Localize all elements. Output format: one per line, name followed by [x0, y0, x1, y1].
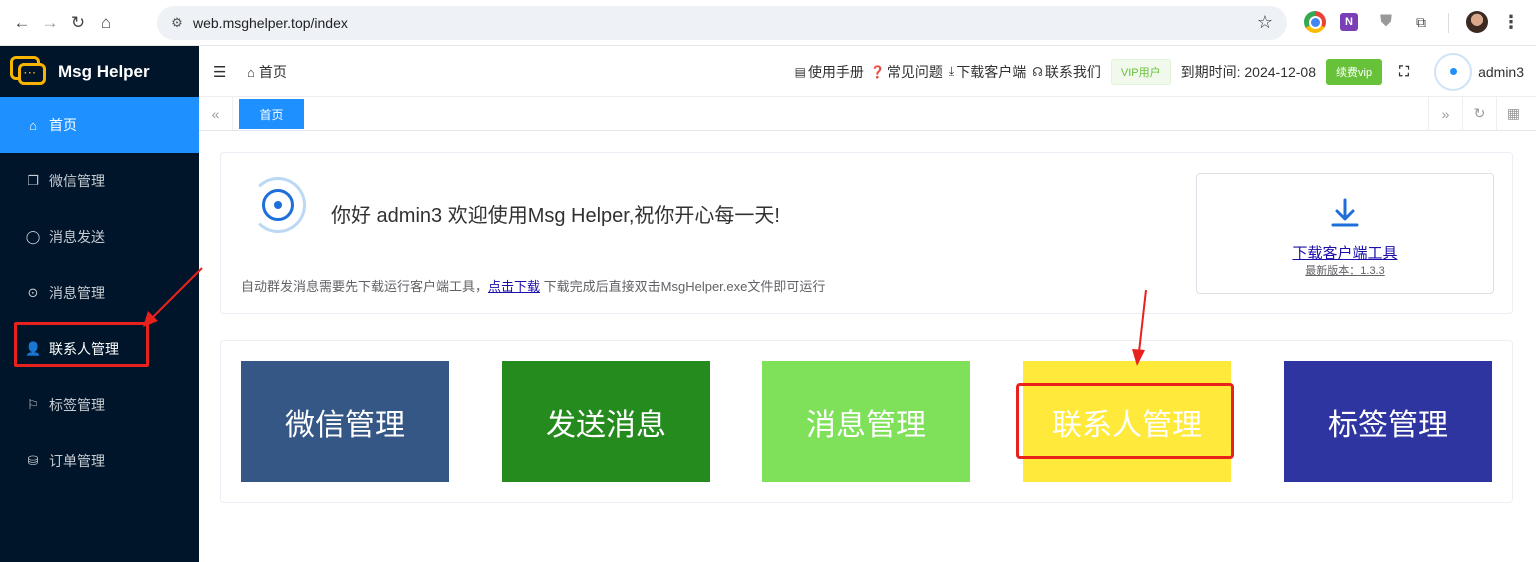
sidebar-item-home[interactable]: ⌂ 首页	[0, 97, 199, 153]
highlight-box-sidebar-contacts	[14, 322, 149, 367]
download-arrow-icon	[1331, 198, 1359, 227]
extension-colorwheel-icon[interactable]	[1304, 11, 1326, 33]
download-card[interactable]: 下载客户端工具 最新版本：1.3.3	[1196, 173, 1494, 294]
chat-dots-icon: ⊙	[27, 285, 39, 300]
sidebar-item-label: 微信管理	[49, 173, 105, 189]
sidebar-item-tags[interactable]: ⚐ 标签管理	[0, 377, 199, 433]
faq-link[interactable]: ❓ 常见问题	[870, 62, 943, 82]
tile-wechat[interactable]: 微信管理	[241, 361, 449, 482]
address-url[interactable]: web.msghelper.top/index	[193, 15, 348, 31]
welcome-logo-icon	[250, 177, 306, 233]
sidebar-item-label: 订单管理	[49, 453, 105, 469]
home-icon: ⌂	[29, 117, 37, 133]
app-name: Msg Helper	[58, 61, 150, 81]
tabs-scroll-left-icon[interactable]: «	[199, 97, 233, 130]
expire-date: 到期时间: 2024-12-08	[1180, 63, 1317, 80]
home-icon: ⌂	[247, 64, 255, 80]
click-download-link[interactable]: 点击下载	[488, 279, 540, 294]
manual-link-label: 使用手册	[807, 63, 864, 80]
back-icon[interactable]: ←	[8, 9, 36, 37]
breadcrumb-home[interactable]: 首页	[259, 62, 287, 82]
tile-messages[interactable]: 消息管理	[762, 361, 970, 482]
extension-onenote-icon[interactable]: N	[1340, 13, 1358, 31]
main-content: 你好 admin3 欢迎使用Msg Helper,祝你开心每一天! 自动群发消息…	[199, 131, 1536, 562]
toolbar-divider	[1448, 13, 1449, 33]
welcome-message: 你好 admin3 欢迎使用Msg Helper,祝你开心每一天!	[331, 205, 780, 227]
reload-icon[interactable]: ↻	[64, 9, 92, 37]
profile-avatar[interactable]	[1466, 11, 1488, 33]
headset-icon: ☊	[1032, 64, 1043, 79]
chat-logo-icon: ···	[10, 55, 48, 88]
contact-link[interactable]: ☊ 联系我们	[1032, 62, 1101, 82]
bookmark-icon: ⚐	[27, 397, 39, 412]
extension-shield-icon[interactable]: ⛊	[1375, 11, 1397, 33]
breadcrumb: ⌂ 首页	[247, 62, 287, 82]
quick-tiles: 微信管理 发送消息 消息管理 联系人管理 标签管理	[220, 340, 1513, 503]
highlight-box-tile-contacts	[1016, 383, 1234, 459]
browser-home-icon[interactable]: ⌂	[92, 9, 120, 37]
sidebar-item-wechat[interactable]: ❐ 微信管理	[0, 153, 199, 209]
download-link[interactable]: ⤓ 下载客户端	[949, 62, 1026, 82]
manual-link[interactable]: ▤ 使用手册	[795, 62, 864, 82]
hint-text-before: 自动群发消息需要先下载运行客户端工具，	[241, 279, 489, 294]
header-actions: ▤ 使用手册 ❓ 常见问题 ⤓ 下载客户端 ☊ 联系我们 VIP用户 到期时间: 202…	[795, 46, 1536, 97]
sidebar-item-label: 消息发送	[49, 229, 105, 245]
extensions-puzzle-icon[interactable]: ⧉	[1410, 11, 1432, 33]
vip-badge: VIP用户	[1110, 58, 1171, 85]
grid-menu-icon[interactable]: ▦	[1496, 97, 1530, 130]
bag-icon: ⛁	[27, 453, 39, 468]
tab-home[interactable]: 首页	[239, 99, 304, 129]
app-logo[interactable]: ··· Msg Helper	[0, 46, 199, 97]
download-client-link[interactable]: 下载客户端工具	[1197, 242, 1493, 263]
app-header: ☰ ⌂ 首页 ▤ 使用手册 ❓ 常见问题 ⤓ 下载客户端 ☊ 联系我们 VIP用户 到期…	[199, 46, 1536, 97]
sidebar-item-messages[interactable]: ⊙ 消息管理	[0, 265, 199, 321]
contact-link-label: 联系我们	[1044, 63, 1101, 80]
question-icon: ❓	[869, 64, 885, 79]
sidebar-item-orders[interactable]: ⛁ 订单管理	[0, 433, 199, 489]
download-hint: 自动群发消息需要先下载运行客户端工具，点击下载 下载完成后直接双击MsgHelp…	[241, 276, 825, 295]
user-avatar[interactable]	[1434, 52, 1473, 91]
chat-bubble-icon: ◯	[25, 229, 41, 244]
tabs-scroll-right-icon[interactable]: »	[1428, 97, 1462, 130]
copy-icon: ❐	[27, 173, 39, 188]
address-bar[interactable]: ⚙ web.msghelper.top/index ☆	[157, 6, 1287, 40]
renew-vip-button[interactable]: 续费vip	[1326, 58, 1383, 85]
hint-text-after: 下载完成后直接双击MsgHelper.exe文件即可运行	[540, 279, 826, 294]
sidebar: ··· Msg Helper ⌂ 首页 ❐ 微信管理 ◯ 消息发送 ⊙ 消息管理…	[0, 46, 199, 562]
sidebar-item-label: 消息管理	[49, 285, 105, 301]
download-icon: ⤓	[948, 64, 955, 78]
browser-toolbar: ← → ↻ ⌂ ⚙ web.msghelper.top/index ☆ N ⛊ …	[0, 0, 1536, 46]
menu-toggle-icon[interactable]: ☰	[213, 63, 226, 81]
latest-version: 最新版本：1.3.3	[1305, 265, 1385, 277]
forward-icon[interactable]: →	[36, 9, 64, 37]
bookmark-star-icon[interactable]: ☆	[1257, 12, 1273, 33]
book-icon: ▤	[794, 64, 806, 79]
welcome-card: 你好 admin3 欢迎使用Msg Helper,祝你开心每一天! 自动群发消息…	[220, 152, 1513, 314]
sidebar-item-label: 标签管理	[49, 397, 105, 413]
refresh-icon[interactable]: ↻	[1462, 97, 1496, 130]
site-settings-icon[interactable]: ⚙	[167, 15, 187, 31]
tile-send[interactable]: 发送消息	[502, 361, 710, 482]
tabs-bar: « 首页 » ↻ ▦	[199, 97, 1536, 131]
fullscreen-icon[interactable]: ⛶	[1396, 63, 1412, 80]
tile-tags[interactable]: 标签管理	[1284, 361, 1492, 482]
username[interactable]: admin3	[1478, 64, 1524, 80]
browser-menu-icon[interactable]: ⋮	[1500, 11, 1522, 33]
sidebar-item-send[interactable]: ◯ 消息发送	[0, 209, 199, 265]
sidebar-item-label: 首页	[49, 117, 77, 133]
faq-link-label: 常见问题	[886, 63, 943, 80]
download-link-label: 下载客户端	[956, 63, 1027, 80]
